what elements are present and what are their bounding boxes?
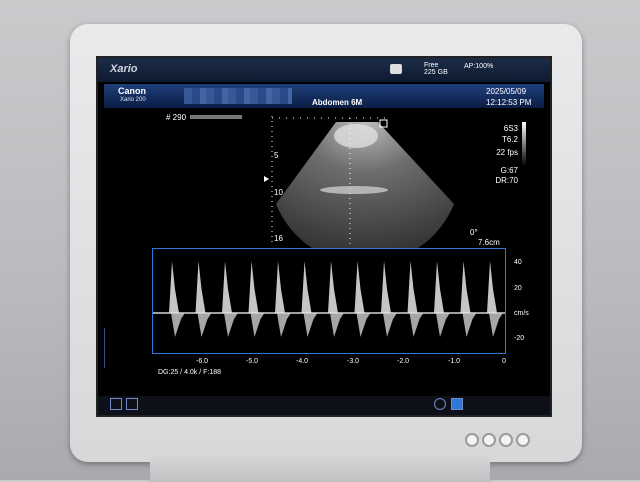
ultrasound-screen: Xario Free 225 GB AP:100% Canon Xario 20… bbox=[96, 56, 552, 417]
hardware-button-1[interactable] bbox=[465, 433, 479, 447]
velocity-20: 20 bbox=[514, 285, 522, 292]
pause-icon[interactable] bbox=[451, 398, 463, 410]
time-tick: -2.0 bbox=[397, 358, 410, 365]
systolic-peak bbox=[460, 261, 471, 313]
reverse-flow bbox=[171, 313, 185, 337]
velocity-40: 40 bbox=[514, 259, 522, 266]
depth-tick-10: 10 bbox=[274, 188, 283, 197]
systolic-peak bbox=[248, 261, 259, 313]
reverse-flow bbox=[197, 313, 212, 337]
gain: G:67 bbox=[500, 166, 518, 175]
time-tick: -1.0 bbox=[448, 358, 461, 365]
near-field-echo bbox=[334, 124, 378, 148]
side-toolbar bbox=[104, 328, 115, 368]
systolic-peak bbox=[222, 261, 232, 313]
systolic-peak bbox=[328, 261, 338, 313]
frame-rate: 22 fps bbox=[496, 148, 518, 157]
systolic-peak bbox=[354, 261, 365, 313]
settings-icon[interactable] bbox=[434, 398, 446, 410]
reverse-flow bbox=[224, 313, 238, 337]
grayscale-bar bbox=[522, 122, 526, 166]
time-tick: 0 bbox=[502, 358, 506, 365]
reverse-flow bbox=[383, 313, 397, 337]
reverse-flow bbox=[330, 313, 344, 337]
focus-arrow-icon bbox=[264, 176, 269, 182]
print-icon[interactable] bbox=[126, 398, 138, 410]
hardware-button-2[interactable] bbox=[482, 433, 496, 447]
velocity-unit: cm/s bbox=[514, 310, 529, 317]
doppler-settings: DG:25 / 4.0k / F:188 bbox=[158, 369, 222, 376]
folder-icon[interactable] bbox=[110, 398, 122, 410]
velocity-neg20: -20 bbox=[514, 335, 525, 342]
power-button[interactable] bbox=[516, 433, 530, 447]
hardware-button-3[interactable] bbox=[499, 433, 513, 447]
depth-value: 7.6cm bbox=[478, 238, 500, 247]
angle-value: 0° bbox=[470, 228, 478, 237]
time-tick: -5.0 bbox=[246, 358, 259, 365]
reverse-flow bbox=[356, 313, 371, 337]
monitor-stand bbox=[150, 452, 490, 482]
dynamic-range: DR:70 bbox=[495, 176, 518, 185]
reverse-flow bbox=[489, 313, 503, 337]
reverse-flow bbox=[250, 313, 265, 337]
systolic-peak bbox=[275, 261, 285, 313]
reverse-flow bbox=[409, 313, 424, 337]
reverse-flow bbox=[277, 313, 291, 337]
bright-reflector bbox=[320, 186, 388, 194]
spectrum-canvas bbox=[153, 261, 505, 337]
probe-param: 6S3 bbox=[503, 124, 518, 133]
systolic-peak bbox=[407, 261, 418, 313]
systolic-peak bbox=[434, 261, 444, 313]
systolic-peak bbox=[169, 261, 179, 313]
reverse-flow bbox=[303, 313, 318, 337]
time-tick: -3.0 bbox=[347, 358, 360, 365]
systolic-peak bbox=[381, 261, 391, 313]
doppler-spectrum bbox=[152, 248, 506, 354]
reverse-flow bbox=[436, 313, 450, 337]
systolic-peak bbox=[487, 261, 497, 313]
systolic-peak bbox=[301, 261, 312, 313]
bmode-image bbox=[264, 116, 454, 265]
systolic-peak bbox=[195, 261, 206, 313]
time-tick: -4.0 bbox=[296, 358, 309, 365]
thermal-index: T6.2 bbox=[501, 135, 518, 144]
reverse-flow bbox=[462, 313, 477, 337]
depth-tick-5: 5 bbox=[274, 151, 279, 160]
depth-tick-16: 16 bbox=[274, 234, 283, 243]
bottom-toolbar bbox=[98, 396, 550, 415]
time-tick: -6.0 bbox=[196, 358, 209, 365]
